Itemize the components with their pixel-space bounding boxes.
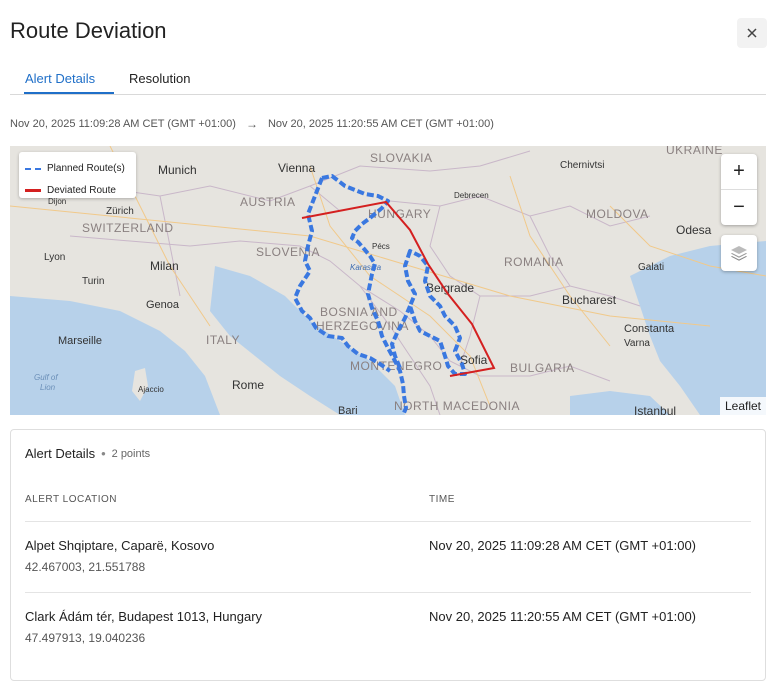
map-label-constanta: Constanta <box>624 323 675 335</box>
map-label-slovakia: SLOVAKIA <box>370 151 432 165</box>
map-label-chernivtsi: Chernivtsi <box>560 160 604 171</box>
column-header-location: ALERT LOCATION <box>25 494 118 505</box>
map-label-bulgaria: BULGARIA <box>510 361 575 375</box>
map-label-karasica: Karasica <box>350 263 382 272</box>
map-label-bosnia: BOSNIA AND <box>320 305 398 319</box>
alert-coordinates: 47.497913, 19.040236 <box>25 631 146 645</box>
map-label-rome: Rome <box>232 378 264 392</box>
zoom-control: + − <box>721 154 757 225</box>
map-label-marseille: Marseille <box>58 335 102 347</box>
alert-coordinates: 42.467003, 21.551788 <box>25 560 146 574</box>
map-label-romania: ROMANIA <box>504 255 564 269</box>
alert-details-card: Alert Details • 2 points ALERT LOCATION … <box>10 429 766 681</box>
map-label-munich: Munich <box>158 163 197 177</box>
map-label-lyon: Lyon <box>44 252 65 263</box>
legend-deviated: Deviated Route <box>25 185 116 196</box>
map-label-ukraine: UKRAINE <box>666 146 723 157</box>
solid-line-icon <box>25 189 41 192</box>
map-label-herzegovina: HERZEGOVINA <box>316 319 409 333</box>
layers-button[interactable] <box>721 235 757 271</box>
map-label-istanbul: Istanbul <box>634 404 676 415</box>
table-row: Alpet Shqiptare, Caparë, Kosovo 42.46700… <box>25 521 751 592</box>
map-label-belgrade: Belgrade <box>426 281 474 295</box>
map-attribution[interactable]: Leaflet <box>719 397 766 415</box>
active-tab-indicator <box>24 92 114 94</box>
map-label-bari: Bari <box>338 405 358 415</box>
tab-bar: Alert Details Resolution <box>10 64 766 95</box>
zoom-out-button[interactable]: − <box>721 190 757 225</box>
page-title: Route Deviation <box>10 18 167 43</box>
alert-time: Nov 20, 2025 11:09:28 AM CET (GMT +01:00… <box>429 538 697 553</box>
map-label-moldova: MOLDOVA <box>586 207 649 221</box>
points-count: 2 points <box>111 447 151 460</box>
map-label-zurich: Zürich <box>106 206 134 217</box>
zoom-in-button[interactable]: + <box>721 154 757 190</box>
legend-planned: Planned Route(s) <box>25 163 125 174</box>
table-row: Clark Ádám tér, Budapest 1013, Hungary 4… <box>25 592 751 663</box>
route-map[interactable]: SLOVAKIA AUSTRIA SWITZERLAND HUNGARY SLO… <box>10 146 766 415</box>
map-label-ajaccio: Ajaccio <box>138 385 164 394</box>
dashed-line-icon <box>25 167 41 170</box>
legend-deviated-label: Deviated Route <box>47 185 116 196</box>
map-label-debrecen: Debrecen <box>454 191 489 200</box>
map-label-odesa: Odesa <box>676 223 712 237</box>
map-label-varna: Varna <box>624 338 650 349</box>
map-label-lion: Lion <box>40 383 56 392</box>
map-label-switzerland: SWITZERLAND <box>82 221 174 235</box>
map-label-vienna: Vienna <box>278 161 315 175</box>
map-label-slovenia: SLOVENIA <box>256 245 320 259</box>
card-title: Alert Details <box>25 446 96 461</box>
map-label-pecs: Pécs <box>372 242 390 251</box>
range-end: Nov 20, 2025 11:20:55 AM CET (GMT +01:00… <box>267 118 494 130</box>
legend-planned-label: Planned Route(s) <box>47 163 125 174</box>
tab-alert-details[interactable]: Alert Details <box>25 71 95 86</box>
layers-icon <box>731 246 747 261</box>
arrow-right-icon: → <box>245 117 258 131</box>
range-start: Nov 20, 2025 11:09:28 AM CET (GMT +01:00… <box>10 118 236 130</box>
map-label-italy: ITALY <box>206 333 240 347</box>
map-label-gulf: Gulf of <box>34 373 58 382</box>
map-label-bucharest: Bucharest <box>562 293 617 307</box>
map-label-galati: Galati <box>638 262 664 273</box>
close-button[interactable] <box>737 18 767 48</box>
card-header: Alert Details • 2 points <box>25 446 150 461</box>
alert-location: Clark Ádám tér, Budapest 1013, Hungary <box>25 609 263 624</box>
map-label-north-macedonia: NORTH MACEDONIA <box>394 399 520 413</box>
column-header-time: TIME <box>429 494 455 505</box>
map-label-genoa: Genoa <box>146 299 180 311</box>
separator-dot: • <box>101 446 106 461</box>
map-label-austria: AUSTRIA <box>240 195 296 209</box>
alert-time: Nov 20, 2025 11:20:55 AM CET (GMT +01:00… <box>429 609 697 624</box>
close-icon <box>747 28 757 38</box>
map-label-turin: Turin <box>82 276 104 287</box>
map-legend: Planned Route(s) Deviated Route <box>19 152 136 198</box>
map-label-milan: Milan <box>150 259 179 273</box>
time-range: Nov 20, 2025 11:09:28 AM CET (GMT +01:00… <box>10 117 494 131</box>
alert-location: Alpet Shqiptare, Caparë, Kosovo <box>25 538 215 553</box>
map-label-dijon: Dijon <box>48 197 66 206</box>
tab-resolution[interactable]: Resolution <box>129 71 190 86</box>
